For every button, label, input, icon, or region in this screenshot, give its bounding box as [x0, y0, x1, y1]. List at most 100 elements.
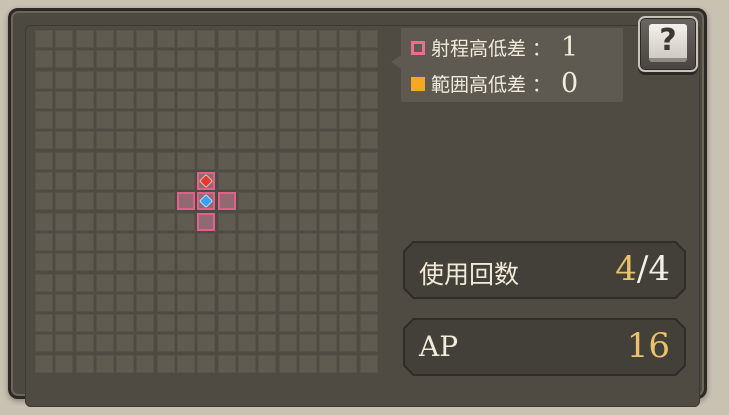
grid-cell [116, 131, 135, 150]
usage-current: 4 [615, 249, 637, 289]
grid-cell [298, 151, 317, 170]
grid-cell [136, 212, 155, 231]
grid-cell [278, 30, 297, 48]
ap-label: AP [419, 330, 459, 363]
grid-cell [217, 293, 236, 312]
grid-cell [237, 50, 256, 69]
grid-cell [298, 192, 317, 211]
grid-cell [177, 293, 196, 312]
grid-cell [278, 334, 297, 353]
grid-cell [237, 314, 256, 333]
grid-cell [217, 90, 236, 109]
grid-cell [258, 30, 277, 48]
grid-cell [156, 30, 175, 48]
grid-cell [156, 172, 175, 191]
grid-cell [116, 172, 135, 191]
grid-cell [359, 192, 378, 211]
grid-cell [319, 151, 338, 170]
grid-cell [339, 314, 358, 333]
grid-cell [177, 111, 196, 130]
grid-cell [298, 293, 317, 312]
grid-cell [156, 212, 175, 231]
grid-cell [197, 354, 216, 373]
usage-count-label: 使用回数 [419, 260, 520, 289]
grid-cell [156, 70, 175, 89]
grid-cell [217, 131, 236, 150]
grid-cell [116, 232, 135, 251]
grid-cell [339, 70, 358, 89]
grid-cell [116, 354, 135, 373]
grid-cell [75, 253, 94, 272]
grid-cell [177, 172, 196, 191]
grid-cell [339, 293, 358, 312]
grid-cell [35, 172, 53, 191]
grid-cell [197, 90, 216, 109]
grid-cell [319, 253, 338, 272]
grid-cell [136, 273, 155, 292]
grid-cell [278, 293, 297, 312]
grid-cell [197, 314, 216, 333]
grid-cell [278, 354, 297, 373]
grid-cell [359, 111, 378, 130]
grid-cell [75, 50, 94, 69]
legend-colon: ： [532, 74, 552, 96]
grid-cell [237, 172, 256, 191]
grid-cell [319, 172, 338, 191]
grid-cell [177, 273, 196, 292]
grid-cell [95, 293, 114, 312]
grid-cell [156, 111, 175, 130]
grid-cell [116, 111, 135, 130]
range-cell [197, 172, 216, 191]
grid-cell [298, 111, 317, 130]
grid-cell [55, 111, 74, 130]
grid-cell [55, 354, 74, 373]
grid-cell [339, 90, 358, 109]
grid-cell [359, 273, 378, 292]
grid-cell [237, 90, 256, 109]
grid-cell [116, 192, 135, 211]
grid-cell [319, 293, 338, 312]
grid-cell [35, 232, 53, 251]
grid-cell [55, 232, 74, 251]
grid-cell [136, 172, 155, 191]
grid-cell [156, 131, 175, 150]
grid-cell [217, 253, 236, 272]
grid-cell [339, 334, 358, 353]
grid-cell [75, 354, 94, 373]
grid-cell [298, 70, 317, 89]
grid-cell [217, 70, 236, 89]
usage-count-face: 使用回数 4/4 [405, 243, 684, 297]
grid-cell [55, 293, 74, 312]
legend-area-height: 範囲高低差 ： 0 [411, 70, 578, 97]
grid-cell [116, 70, 135, 89]
grid-cell [278, 131, 297, 150]
grid-cell [258, 232, 277, 251]
grid-cell [298, 334, 317, 353]
help-button[interactable]: ? [638, 16, 698, 72]
grid-cell [156, 151, 175, 170]
grid-cell [35, 273, 53, 292]
grid-cell [197, 151, 216, 170]
grid-cell [75, 131, 94, 150]
grid-cell [217, 334, 236, 353]
grid-cell [35, 314, 53, 333]
range-cell [217, 192, 236, 211]
grid-cell [237, 70, 256, 89]
grid-cell [95, 70, 114, 89]
grid-cell [116, 30, 135, 48]
grid-cell [237, 293, 256, 312]
grid-cell [136, 151, 155, 170]
grid-cell [116, 50, 135, 69]
grid-cell [319, 334, 338, 353]
grid-cell [298, 232, 317, 251]
grid-cell [298, 314, 317, 333]
grid-cell [278, 111, 297, 130]
grid-cell [55, 30, 74, 48]
grid-cell [95, 253, 114, 272]
grid-cell [95, 111, 114, 130]
grid-cell [55, 273, 74, 292]
grid-cell [237, 354, 256, 373]
range-cell [197, 212, 216, 231]
usage-count-value: 4/4 [615, 249, 670, 289]
grid-cell [217, 273, 236, 292]
